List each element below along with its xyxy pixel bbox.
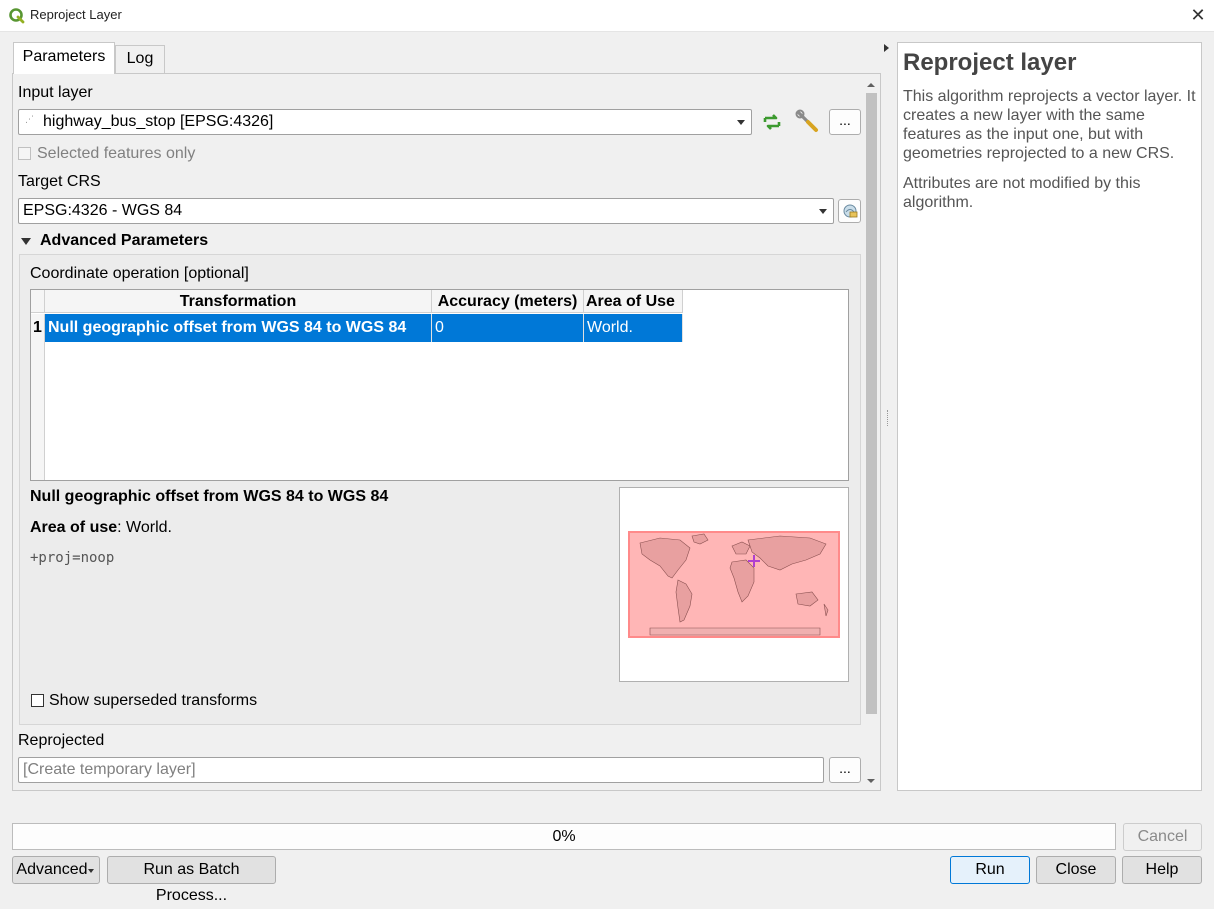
splitter-handle[interactable] (887, 410, 889, 426)
world-map-image (628, 531, 840, 638)
advanced-menu-button[interactable]: Advanced (12, 856, 100, 884)
header-area-of-use[interactable]: Area of Use (584, 290, 683, 313)
table-cell-transformation[interactable]: Null geographic offset from WGS 84 to WG… (45, 314, 432, 342)
window-title: Reproject Layer (30, 7, 122, 22)
reprojected-options-button[interactable]: ... (829, 757, 861, 783)
advanced-button-label: Advanced (16, 861, 88, 878)
selected-features-label: Selected features only (37, 145, 196, 162)
input-layer-label: Input layer (18, 84, 93, 101)
cancel-button[interactable]: Cancel (1123, 823, 1202, 851)
reprojected-output-field[interactable]: [Create temporary layer] (18, 757, 824, 783)
table-cell-area[interactable]: World. (584, 314, 683, 342)
advanced-parameters-toggle[interactable]: Advanced Parameters (40, 232, 208, 250)
close-button[interactable]: Close (1036, 856, 1116, 884)
target-crs-value: EPSG:4326 - WGS 84 (23, 202, 183, 219)
area-of-use-value: : World. (117, 519, 172, 536)
run-button[interactable]: Run (950, 856, 1030, 884)
tab-log[interactable]: Log (115, 45, 165, 73)
close-icon[interactable]: ✕ (1186, 3, 1210, 27)
show-superseded-label: Show superseded transforms (49, 692, 258, 709)
reprojected-placeholder: [Create temporary layer] (23, 761, 196, 778)
progress-bar: 0% (12, 823, 1116, 850)
help-title: Reproject layer (903, 49, 1077, 76)
header-transformation[interactable]: Transformation (45, 290, 432, 313)
collapse-triangle-icon[interactable] (21, 238, 31, 245)
row-header[interactable]: 1 (31, 314, 45, 342)
selected-features-checkbox[interactable] (18, 147, 31, 160)
header-accuracy[interactable]: Accuracy (meters) (432, 290, 584, 313)
progress-text: 0% (552, 828, 576, 845)
help-description: This algorithm reprojects a vector layer… (903, 88, 1196, 162)
chevron-down-icon (737, 120, 745, 125)
help-attributes-note: Attributes are not modified by this algo… (903, 175, 1141, 211)
show-superseded-checkbox[interactable] (31, 694, 44, 707)
qgis-logo-icon (9, 8, 25, 24)
area-of-use-label: Area of use (30, 519, 118, 536)
target-crs-label: Target CRS (18, 173, 101, 190)
help-panel: Reproject layer This algorithm reproject… (897, 42, 1202, 791)
input-layer-value: highway_bus_stop [EPSG:4326] (43, 113, 274, 130)
collapse-arrow-icon[interactable] (884, 44, 889, 52)
table-corner (31, 290, 45, 313)
wrench-icon[interactable] (795, 109, 821, 135)
area-of-use-detail: Area of use: World. (30, 519, 172, 537)
input-layer-options-button[interactable]: ... (829, 109, 861, 135)
iterate-icon[interactable] (760, 110, 784, 134)
select-crs-button[interactable] (838, 199, 861, 223)
scrollbar-thumb[interactable] (866, 93, 877, 714)
chevron-down-icon (88, 869, 94, 873)
input-layer-combo[interactable]: ⋰ highway_bus_stop [EPSG:4326] (18, 109, 752, 135)
run-as-batch-button[interactable]: Run as Batch Process... (107, 856, 276, 904)
scroll-down-arrow-icon[interactable] (864, 775, 879, 789)
title-bar (0, 0, 1214, 32)
target-crs-combo[interactable]: EPSG:4326 - WGS 84 (18, 198, 834, 224)
chevron-down-icon (819, 209, 827, 214)
scroll-up-arrow-icon[interactable] (864, 78, 879, 92)
point-layer-icon: ⋰ (25, 114, 34, 124)
row-header-gutter (31, 342, 45, 480)
area-of-use-map (619, 487, 849, 682)
transformations-table[interactable]: Transformation Accuracy (meters) Area of… (30, 289, 849, 481)
reprojected-label: Reprojected (18, 732, 105, 749)
coordinate-operation-label: Coordinate operation [optional] (30, 265, 249, 282)
globe-icon (843, 204, 857, 218)
help-button[interactable]: Help (1122, 856, 1202, 884)
tab-parameters[interactable]: Parameters (13, 42, 115, 74)
table-cell-accuracy[interactable]: 0 (432, 314, 584, 342)
transformation-detail-title: Null geographic offset from WGS 84 to WG… (30, 488, 389, 505)
proj-string: +proj=noop (30, 550, 115, 566)
